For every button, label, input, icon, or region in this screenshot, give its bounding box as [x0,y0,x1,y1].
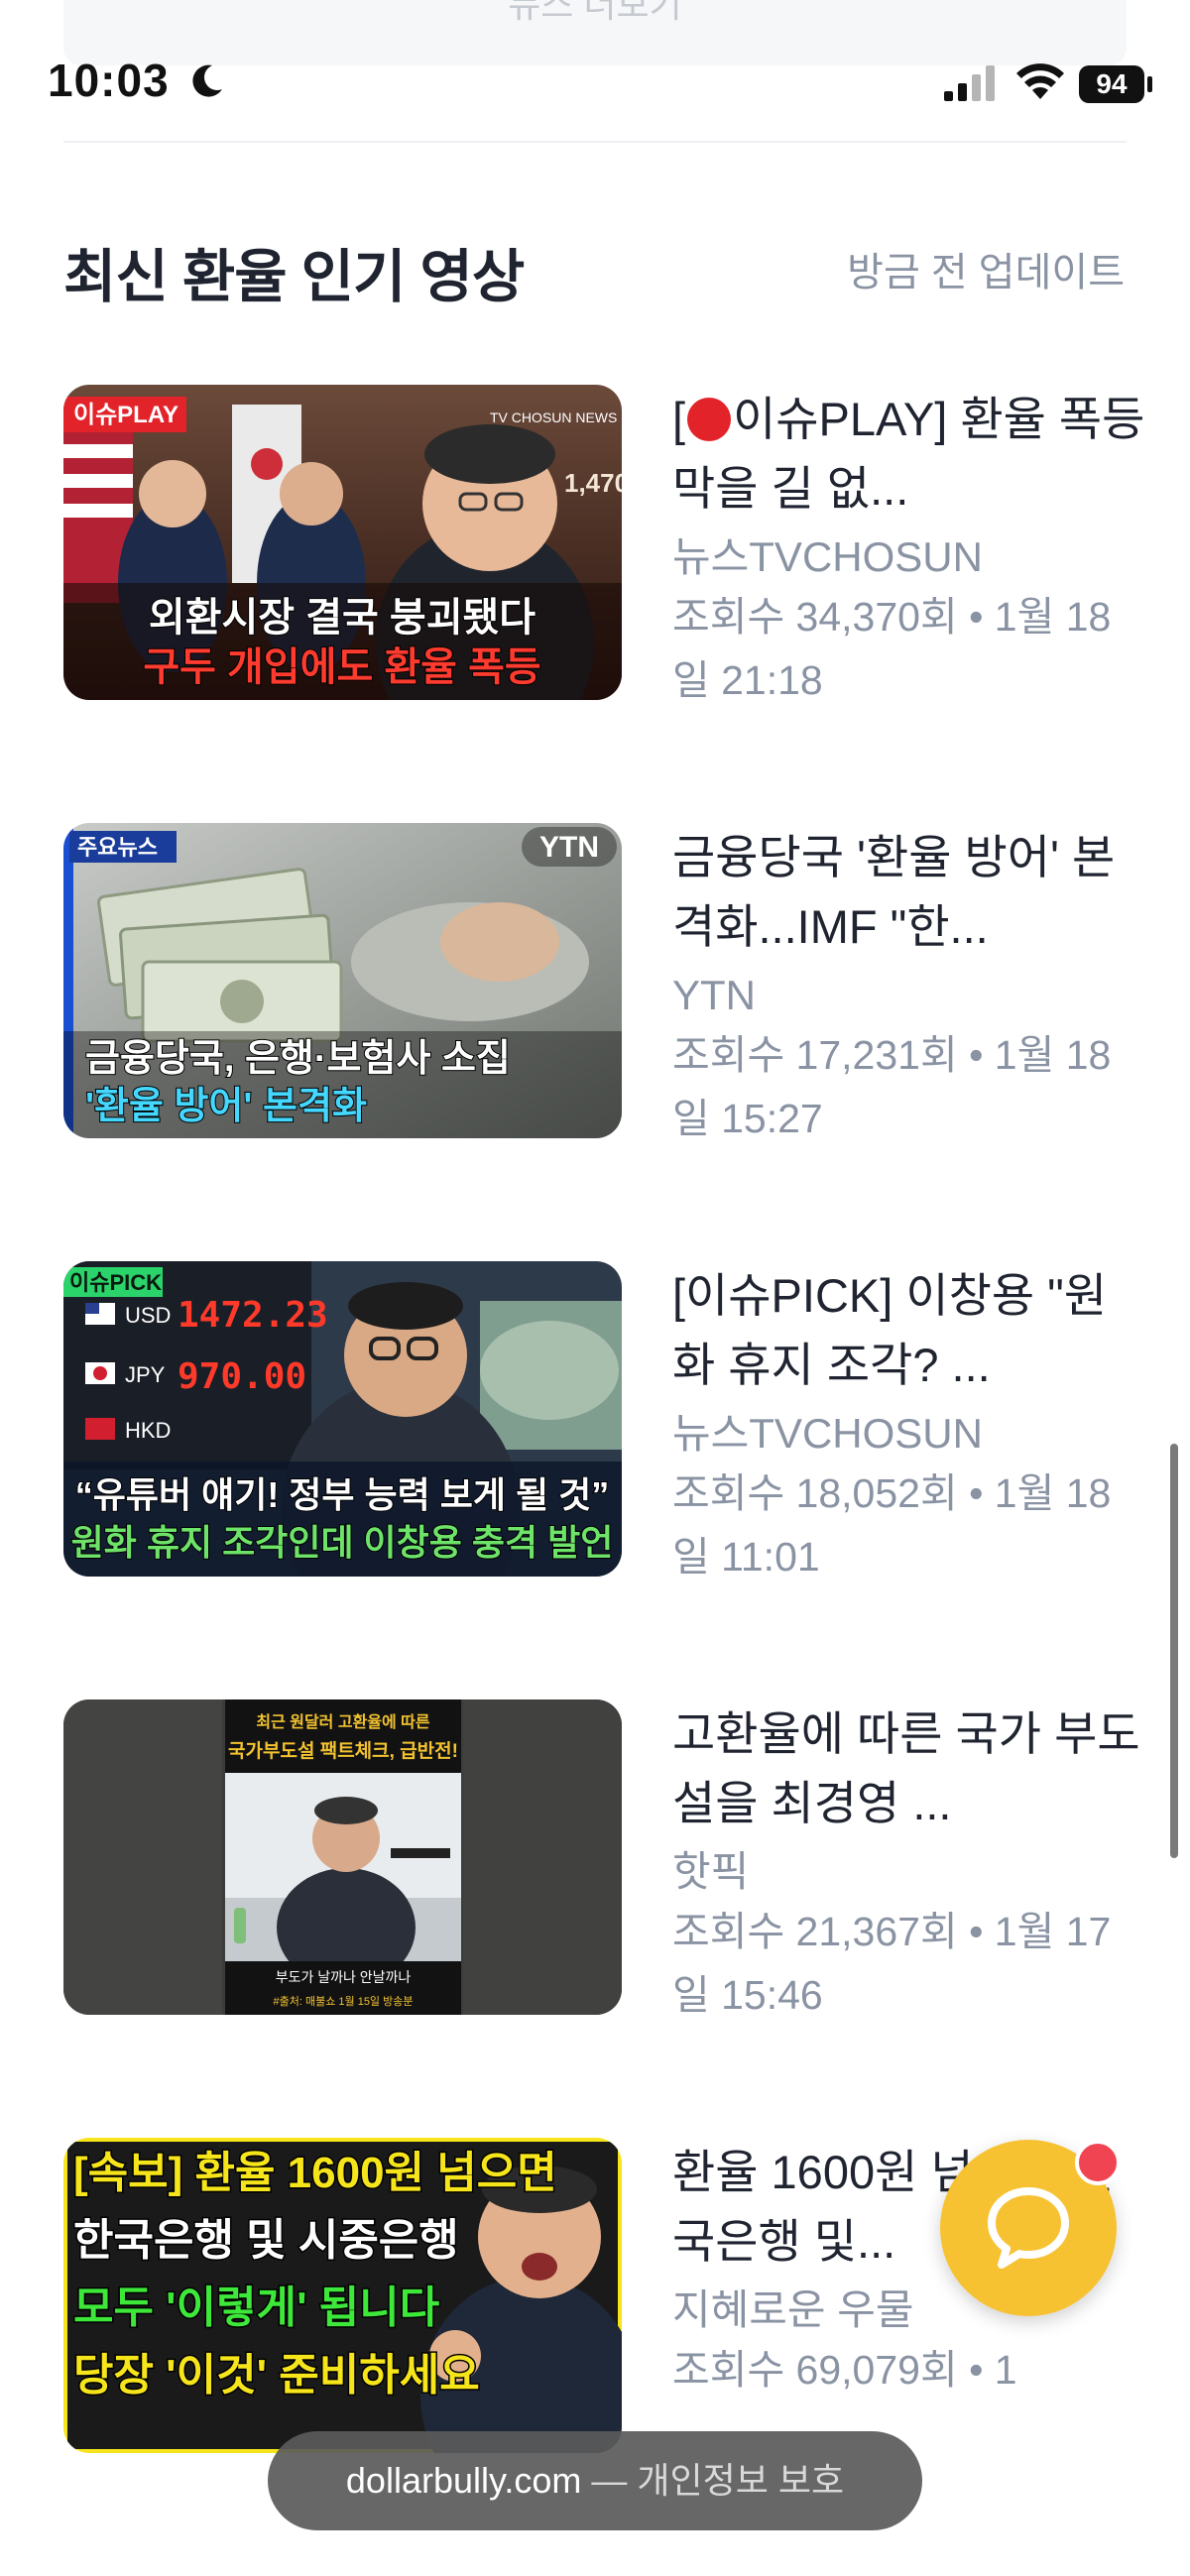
video-item[interactable]: 최근 원달러 고환율에 따른 국가부도설 팩트체크, 급반전! 부도가 날까나 … [63,1699,1140,2018]
video-thumbnail[interactable]: 이슈PLAY TV CHOSUN NEWS 1,470.60 외환시장 결국 붕… [63,385,622,700]
moon-icon [192,64,222,97]
video-title[interactable]: [이슈PLAY] 환율 폭등 막을 길 없... [672,385,1148,524]
thumb-line2: 한국은행 및 시중은행 [73,2216,459,2265]
thumb-line2: '환율 방어' 본격화 [85,1086,367,1127]
more-news-card[interactable]: 뉴스 더보기 [63,0,1127,65]
video-thumbnail[interactable]: 주요뉴스 YTN 금융당국, 은행·보험사 소집 '환율 방어' 본격화 [63,823,622,1138]
video-title[interactable]: 금융당국 '환율 방어' 본격화...IMF "한... [672,823,1148,962]
notification-dot [1075,2140,1121,2185]
cellular-signal-icon [944,65,995,101]
thumb-line4: 당장 '이것' 준비하세요 [73,2351,480,2400]
thumb-line2: 원화 휴지 조각인데 이창용 충격 발언 [71,1522,614,1563]
video-channel: YTN [672,972,756,1018]
url-privacy-label: — 개인정보 보호 [581,2460,845,2501]
thumb-line1: 금융당국, 은행·보험사 소집 [85,1038,511,1080]
thumb-source: #출처: 매불쇼 1월 15일 방송분 [274,1994,414,2008]
thumb-top1: 최근 원달러 고환율에 따른 [256,1712,430,1731]
more-news-label: 뉴스 더보기 [508,0,682,25]
thumb-line1: [속보] 환율 1600원 넘으면 [73,2149,557,2197]
thumb-ticker: 1,470.60 [564,468,622,498]
video-info[interactable]: 고환율에 따른 국가 부도설을 최경영 ... 핫픽 조회수 21,367회 •… [672,1699,1148,2027]
thumb-brand: TV CHOSUN NEWS [490,410,617,425]
video-meta: 조회수 21,367회 • 1월 17일 15:46 [672,1909,1112,2018]
thumb-line1: 외환시장 결국 붕괴됐다 [149,596,536,640]
section-title: 최신 환율 인기 영상 [63,245,525,309]
video-channel: 핫픽 [672,1848,750,1895]
live-red-dot-icon [687,398,732,441]
wifi-icon [1016,63,1064,99]
video-channel: 뉴스TVCHOSUN [672,533,983,580]
thumb-badge: 이슈PICK [69,1270,162,1295]
video-info[interactable]: 금융당국 '환율 방어' 본격화...IMF "한... YTN 조회수 17,… [672,823,1148,1150]
thumb-top2: 국가부도설 팩트체크, 급반전! [228,1740,458,1762]
thumbnail-image: 이슈PLAY TV CHOSUN NEWS 1,470.60 외환시장 결국 붕… [63,385,622,700]
thumb-badge: 이슈PLAY [73,402,178,428]
video-thumbnail[interactable]: 이슈PICK USD 1472.23 JPY 970.00 HKD “유튜버 얘… [63,1261,622,1577]
video-meta: 조회수 34,370회 • 1월 18일 21:18 [672,594,1112,703]
thumb-caption: 부도가 날까나 안날까나 [276,1969,412,1985]
video-title[interactable]: 고환율에 따른 국가 부도설을 최경영 ... [672,1699,1148,1838]
video-info[interactable]: [이슈PICK] 이창용 "원화 휴지 조각? ... 뉴스TVCHOSUN 조… [672,1261,1148,1588]
divider [63,141,1127,143]
video-title[interactable]: [이슈PICK] 이창용 "원화 휴지 조각? ... [672,1261,1148,1400]
video-meta: 조회수 69,079회 • 1 [672,2347,1017,2393]
battery-indicator: 94 [1079,65,1144,103]
chat-bubble-icon [988,2187,1069,2269]
thumb-brand: YTN [539,831,599,864]
thumbnail-image: 최근 원달러 고환율에 따른 국가부도설 팩트체크, 급반전! 부도가 날까나 … [63,1699,622,2015]
video-thumbnail[interactable]: 최근 원달러 고환율에 따른 국가부도설 팩트체크, 급반전! 부도가 날까나 … [63,1699,622,2015]
browser-url-bar[interactable]: dollarbully.com — 개인정보 보호 [268,2431,922,2530]
status-bar: 뉴스 더보기 10:03 94 [0,0,1190,149]
thumb-hkd-label: HKD [125,1418,171,1443]
video-meta: 조회수 17,231회 • 1월 18일 15:27 [672,1032,1112,1141]
thumb-jpy: 970.00 [178,1356,306,1397]
thumb-line1: “유튜버 얘기! 정부 능력 보게 될 것” [75,1474,610,1515]
thumb-badge: 주요뉴스 [77,835,158,860]
status-time: 10:03 [48,55,170,106]
thumb-line2: 구두 개입에도 환율 폭등 [143,645,540,689]
updated-label: 방금 전 업데이트 [847,251,1125,294]
thumb-line3: 모두 '이렇게' 됩니다 [73,2283,439,2332]
thumb-usd: 1472.23 [178,1295,328,1336]
video-item[interactable]: 이슈PICK USD 1472.23 JPY 970.00 HKD “유튜버 얘… [63,1261,1127,1580]
video-thumbnail[interactable]: [속보] 환율 1600원 넘으면 한국은행 및 시중은행 모두 '이렇게' 됩… [63,2138,622,2453]
thumb-usd-label: USD [125,1303,171,1328]
video-channel: 뉴스TVCHOSUN [672,1410,983,1457]
thumbnail-image: [속보] 환율 1600원 넘으면 한국은행 및 시중은행 모두 '이렇게' 됩… [63,2138,622,2453]
thumbnail-image: 주요뉴스 YTN 금융당국, 은행·보험사 소집 '환율 방어' 본격화 [63,823,622,1138]
battery-tip [1147,76,1152,92]
title-bracket: [ [672,393,686,445]
video-item[interactable]: 주요뉴스 YTN 금융당국, 은행·보험사 소집 '환율 방어' 본격화 금융당… [63,823,1127,1141]
scrollbar[interactable] [1170,1444,1178,1858]
video-meta: 조회수 18,052회 • 1월 18일 11:01 [672,1470,1112,1580]
url-host: dollarbully.com [345,2460,582,2501]
thumbnail-image: 이슈PICK USD 1472.23 JPY 970.00 HKD “유튜버 얘… [63,1261,622,1577]
thumb-jpy-label: JPY [125,1362,166,1387]
video-item[interactable]: 이슈PLAY TV CHOSUN NEWS 1,470.60 외환시장 결국 붕… [63,385,1144,703]
video-info[interactable]: [이슈PLAY] 환율 폭등 막을 길 없... 뉴스TVCHOSUN 조회수 … [672,385,1148,712]
video-title-text: 이슈PLAY] 환율 폭등 막을 길 없... [672,393,1145,515]
